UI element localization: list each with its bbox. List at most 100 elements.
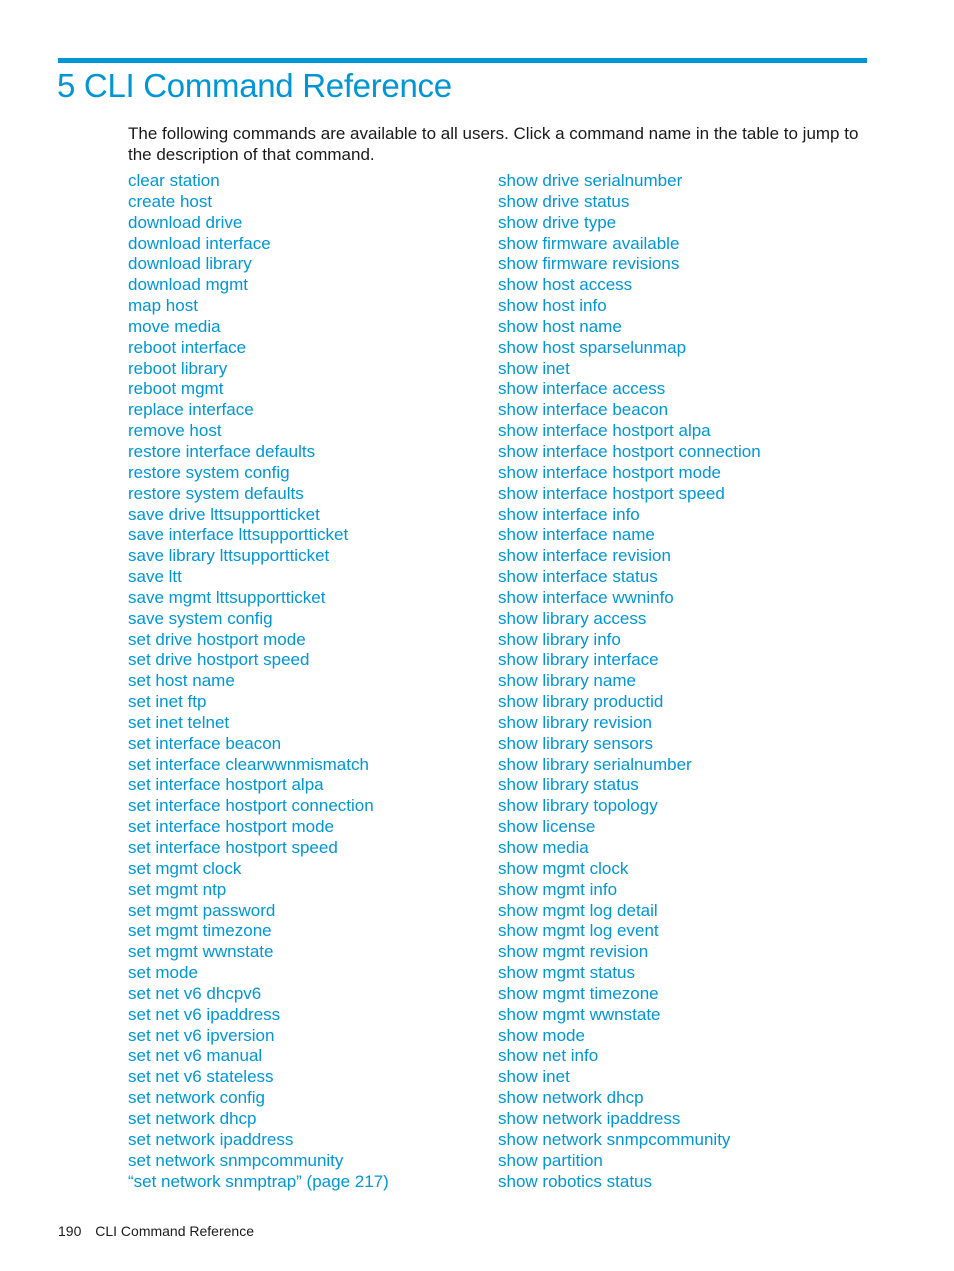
command-link[interactable]: set drive hostport speed bbox=[128, 650, 309, 669]
command-link[interactable]: set network snmpcommunity bbox=[128, 1151, 343, 1170]
command-link[interactable]: set drive hostport mode bbox=[128, 630, 306, 649]
command-link[interactable]: save ltt bbox=[128, 567, 182, 586]
command-link[interactable]: show host info bbox=[498, 296, 607, 315]
command-link[interactable]: show inet bbox=[498, 359, 570, 378]
command-link[interactable]: show interface name bbox=[498, 525, 655, 544]
command-link[interactable]: reboot library bbox=[128, 359, 227, 378]
command-link[interactable]: “set network snmptrap” (page 217) bbox=[128, 1172, 389, 1191]
command-link[interactable]: save mgmt lttsupportticket bbox=[128, 588, 325, 607]
command-link[interactable]: save system config bbox=[128, 609, 273, 628]
command-link[interactable]: show host sparselunmap bbox=[498, 338, 686, 357]
command-link[interactable]: show interface hostport connection bbox=[498, 442, 761, 461]
command-link[interactable]: set mode bbox=[128, 963, 198, 982]
command-link[interactable]: show mgmt status bbox=[498, 963, 635, 982]
command-link[interactable]: restore system defaults bbox=[128, 484, 304, 503]
command-link[interactable]: show host name bbox=[498, 317, 622, 336]
command-link[interactable]: show network ipaddress bbox=[498, 1109, 680, 1128]
command-link[interactable]: show mgmt info bbox=[498, 880, 617, 899]
command-link[interactable]: download library bbox=[128, 254, 252, 273]
command-link[interactable]: show library name bbox=[498, 671, 636, 690]
command-link[interactable]: set interface beacon bbox=[128, 734, 281, 753]
command-link[interactable]: move media bbox=[128, 317, 221, 336]
command-link[interactable]: show network dhcp bbox=[498, 1088, 644, 1107]
command-link[interactable]: show library revision bbox=[498, 713, 652, 732]
command-link[interactable]: show library interface bbox=[498, 650, 659, 669]
command-link[interactable]: show interface access bbox=[498, 379, 665, 398]
command-link[interactable]: reboot mgmt bbox=[128, 379, 223, 398]
command-link[interactable]: set interface hostport connection bbox=[128, 796, 374, 815]
command-link[interactable]: set inet telnet bbox=[128, 713, 229, 732]
command-link[interactable]: show drive serialnumber bbox=[498, 171, 682, 190]
command-link[interactable]: set network config bbox=[128, 1088, 265, 1107]
command-link[interactable]: show interface info bbox=[498, 505, 640, 524]
command-link[interactable]: set host name bbox=[128, 671, 235, 690]
command-link[interactable]: show drive type bbox=[498, 213, 616, 232]
command-link[interactable]: save interface lttsupportticket bbox=[128, 525, 348, 544]
command-link[interactable]: show library status bbox=[498, 775, 639, 794]
command-link[interactable]: show license bbox=[498, 817, 595, 836]
command-link[interactable]: set mgmt password bbox=[128, 901, 275, 920]
command-link[interactable]: download interface bbox=[128, 234, 271, 253]
command-link[interactable]: show mgmt log detail bbox=[498, 901, 658, 920]
command-link[interactable]: set interface hostport speed bbox=[128, 838, 338, 857]
command-link[interactable]: show mgmt timezone bbox=[498, 984, 659, 1003]
command-link[interactable]: set network ipaddress bbox=[128, 1130, 293, 1149]
command-link[interactable]: show firmware revisions bbox=[498, 254, 679, 273]
command-link[interactable]: show partition bbox=[498, 1151, 603, 1170]
command-link[interactable]: show library serialnumber bbox=[498, 755, 692, 774]
command-link[interactable]: save drive lttsupportticket bbox=[128, 505, 320, 524]
command-link[interactable]: show mgmt log event bbox=[498, 921, 659, 940]
command-link[interactable]: show interface hostport mode bbox=[498, 463, 721, 482]
command-link[interactable]: set network dhcp bbox=[128, 1109, 257, 1128]
command-link[interactable]: show robotics status bbox=[498, 1172, 652, 1191]
command-link[interactable]: set net v6 dhcpv6 bbox=[128, 984, 261, 1003]
command-link[interactable]: show interface hostport alpa bbox=[498, 421, 711, 440]
command-link[interactable]: show host access bbox=[498, 275, 632, 294]
command-link[interactable]: set net v6 stateless bbox=[128, 1067, 274, 1086]
command-link[interactable]: show library topology bbox=[498, 796, 658, 815]
command-link[interactable]: show library access bbox=[498, 609, 646, 628]
command-link[interactable]: show net info bbox=[498, 1046, 598, 1065]
command-link[interactable]: reboot interface bbox=[128, 338, 246, 357]
command-link[interactable]: replace interface bbox=[128, 400, 254, 419]
command-link[interactable]: show drive status bbox=[498, 192, 629, 211]
command-link[interactable]: set interface hostport mode bbox=[128, 817, 334, 836]
command-link[interactable]: create host bbox=[128, 192, 212, 211]
command-link[interactable]: show media bbox=[498, 838, 589, 857]
list-item: show partition bbox=[498, 1151, 878, 1172]
command-link[interactable]: show interface status bbox=[498, 567, 658, 586]
command-link[interactable]: save library lttsupportticket bbox=[128, 546, 329, 565]
command-link[interactable]: set interface hostport alpa bbox=[128, 775, 324, 794]
command-link[interactable]: show interface hostport speed bbox=[498, 484, 725, 503]
command-link[interactable]: set interface clearwwnmismatch bbox=[128, 755, 369, 774]
command-link[interactable]: map host bbox=[128, 296, 198, 315]
command-link[interactable]: show mode bbox=[498, 1026, 585, 1045]
command-link[interactable]: clear station bbox=[128, 171, 220, 190]
command-link[interactable]: set mgmt timezone bbox=[128, 921, 272, 940]
command-link[interactable]: restore interface defaults bbox=[128, 442, 315, 461]
command-link[interactable]: restore system config bbox=[128, 463, 290, 482]
command-link[interactable]: set mgmt wwnstate bbox=[128, 942, 274, 961]
command-link[interactable]: show library sensors bbox=[498, 734, 653, 753]
command-link[interactable]: set net v6 ipaddress bbox=[128, 1005, 280, 1024]
command-link[interactable]: set net v6 ipversion bbox=[128, 1026, 274, 1045]
command-link[interactable]: show inet bbox=[498, 1067, 570, 1086]
command-link[interactable]: show interface beacon bbox=[498, 400, 668, 419]
command-link[interactable]: show mgmt wwnstate bbox=[498, 1005, 661, 1024]
command-link[interactable]: remove host bbox=[128, 421, 222, 440]
command-link[interactable]: show library info bbox=[498, 630, 621, 649]
command-link[interactable]: show network snmpcommunity bbox=[498, 1130, 730, 1149]
command-link[interactable]: download mgmt bbox=[128, 275, 248, 294]
list-item: show interface hostport alpa bbox=[498, 421, 878, 442]
command-link[interactable]: set mgmt clock bbox=[128, 859, 241, 878]
command-link[interactable]: download drive bbox=[128, 213, 242, 232]
command-link[interactable]: show interface wwninfo bbox=[498, 588, 674, 607]
command-link[interactable]: set inet ftp bbox=[128, 692, 206, 711]
command-link[interactable]: show interface revision bbox=[498, 546, 671, 565]
command-link[interactable]: show mgmt revision bbox=[498, 942, 648, 961]
command-link[interactable]: set mgmt ntp bbox=[128, 880, 226, 899]
command-link[interactable]: show library productid bbox=[498, 692, 663, 711]
command-link[interactable]: show mgmt clock bbox=[498, 859, 628, 878]
command-link[interactable]: set net v6 manual bbox=[128, 1046, 262, 1065]
command-link[interactable]: show firmware available bbox=[498, 234, 679, 253]
